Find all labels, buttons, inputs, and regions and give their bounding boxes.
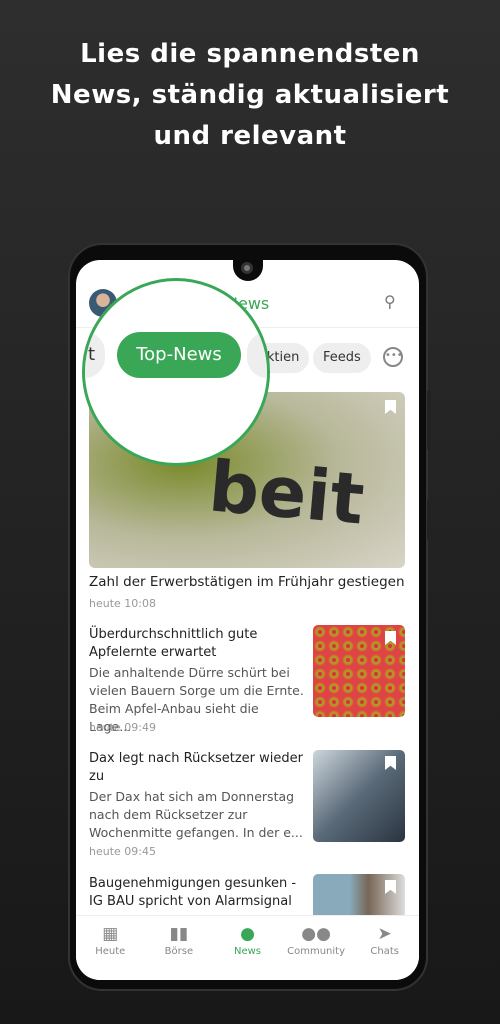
nav-label: Chats: [370, 946, 399, 957]
globe-icon: ●: [240, 924, 255, 944]
image-text: beit: [205, 445, 368, 541]
article-title[interactable]: Dax legt nach Rücksetzer wieder zu: [89, 750, 304, 786]
more-icon[interactable]: •••: [383, 347, 403, 367]
tab-next-partial: [247, 332, 267, 378]
article-time: heute 10:08: [89, 597, 156, 610]
tab-feeds[interactable]: Feeds: [313, 343, 371, 373]
calendar-clock-icon: ▦: [102, 924, 119, 944]
nav-label: Community: [287, 946, 346, 957]
nav-label: Börse: [164, 946, 194, 957]
promo-headline: Lies die spannendsten News, ständig aktu…: [0, 34, 500, 157]
nav-label: Heute: [95, 946, 126, 957]
magnifier-overlay: t Top-News: [82, 278, 270, 466]
headline-line: Lies die spannendsten: [80, 39, 420, 69]
bookmark-icon[interactable]: [385, 880, 396, 894]
power-button: [427, 500, 431, 540]
nav-label: News: [233, 946, 261, 957]
volume-button: [427, 390, 431, 450]
bookmark-icon[interactable]: [385, 400, 396, 414]
search-icon[interactable]: ⚲: [384, 292, 400, 311]
tab-previous[interactable]: t: [85, 332, 105, 378]
article-title[interactable]: Zahl der Erwerbstätigen im Frühjahr gest…: [89, 574, 405, 590]
bar-chart-icon: ▮▮: [169, 924, 189, 944]
people-icon: ●●: [301, 924, 331, 944]
nav-news[interactable]: ● News: [213, 916, 282, 980]
article-time: heute 09:49: [89, 721, 156, 734]
nav-heute[interactable]: ▦ Heute: [76, 916, 145, 980]
bottom-nav: ▦ Heute ▮▮ Börse ● News ●● Community ➤ Chats: [76, 915, 419, 980]
nav-boerse[interactable]: ▮▮ Börse: [145, 916, 214, 980]
send-icon: ➤: [377, 924, 392, 944]
article-thumbnail[interactable]: [313, 750, 405, 842]
bookmark-icon[interactable]: [385, 631, 396, 645]
headline-line: News, ständig aktualisiert: [50, 80, 450, 110]
article-time: heute 09:45: [89, 845, 156, 858]
article-thumbnail[interactable]: [313, 625, 405, 717]
camera: [241, 262, 253, 274]
headline-line: und relevant: [153, 121, 347, 151]
nav-chats[interactable]: ➤ Chats: [350, 916, 419, 980]
tab-top-news[interactable]: Top-News: [117, 332, 241, 378]
bookmark-icon[interactable]: [385, 756, 396, 770]
nav-community[interactable]: ●● Community: [282, 916, 351, 980]
article-title[interactable]: Überdurchschnittlich gute Apfelernte erw…: [89, 626, 304, 662]
article-title[interactable]: Baugenehmigungen gesunken - IG BAU spric…: [89, 875, 304, 911]
article-desc: Der Dax hat sich am Donnerstag nach dem …: [89, 789, 303, 840]
